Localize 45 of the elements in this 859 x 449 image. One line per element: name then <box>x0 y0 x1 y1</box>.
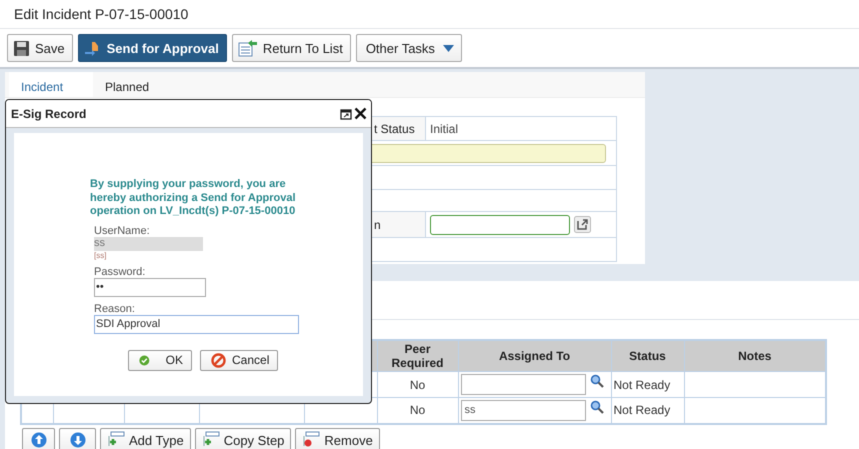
input-field[interactable] <box>460 374 586 395</box>
list-arrow-icon <box>238 39 258 57</box>
field-label: Reason: <box>94 302 136 314</box>
caret-icon <box>442 44 454 52</box>
input-field[interactable]: ss <box>460 400 586 421</box>
field-label: UserName: <box>94 224 151 236</box>
tab[interactable]: Incident <box>9 72 93 97</box>
password-field[interactable]: •• <box>94 278 206 296</box>
toolbar-button[interactable]: Add Type <box>100 428 191 449</box>
search-icon <box>590 400 604 414</box>
remove-row-icon <box>302 431 320 449</box>
menu-button[interactable]: Other Tasks <box>356 34 462 62</box>
prohibited-icon <box>211 352 226 368</box>
toolbar-button[interactable]: Copy Step <box>194 428 292 449</box>
add-row-icon <box>107 431 125 449</box>
input-field[interactable] <box>430 214 570 234</box>
search-icon <box>590 374 604 388</box>
check-icon <box>139 352 150 368</box>
table-cell: No <box>377 372 458 398</box>
toolbar-button[interactable]: Send for Approval <box>78 34 227 62</box>
username-hint: [ss] <box>94 250 108 260</box>
column-header: Status <box>611 340 684 372</box>
toolbar-button[interactable] <box>59 428 96 449</box>
toolbar-button[interactable]: Return To List <box>232 34 351 62</box>
field-value: Initial <box>426 116 616 140</box>
close-icon <box>354 107 367 120</box>
username-field: ss <box>94 236 203 250</box>
column-header: Assigned To <box>458 340 611 372</box>
toolbar-button[interactable]: Save <box>7 34 73 62</box>
page-title: Edit Incident P-07-15-00010 <box>14 6 188 22</box>
authorization-message: By supplying your password, you are hereby authorizing a Send for Approval operation on LV_Incdt(s) P-07-15-00010 <box>90 178 297 218</box>
toolbar-button[interactable] <box>22 428 55 449</box>
copy-row-icon <box>202 431 220 449</box>
popout-icon <box>340 108 352 120</box>
table-cell: Not Ready <box>611 372 684 398</box>
external-link-icon <box>574 216 591 233</box>
dialog-title: E-Sig Record <box>11 106 88 120</box>
column-header: Peer Required <box>377 340 458 372</box>
dialog-button[interactable]: Cancel <box>200 350 278 370</box>
toolbar-button[interactable]: Remove <box>295 428 380 449</box>
field-label: Password: <box>94 266 146 278</box>
reason-field[interactable]: SDI Approval <box>94 314 299 334</box>
tab[interactable]: Planned <box>93 72 162 97</box>
column-header: Notes <box>684 340 826 372</box>
dialog-button[interactable]: OK <box>128 350 192 370</box>
